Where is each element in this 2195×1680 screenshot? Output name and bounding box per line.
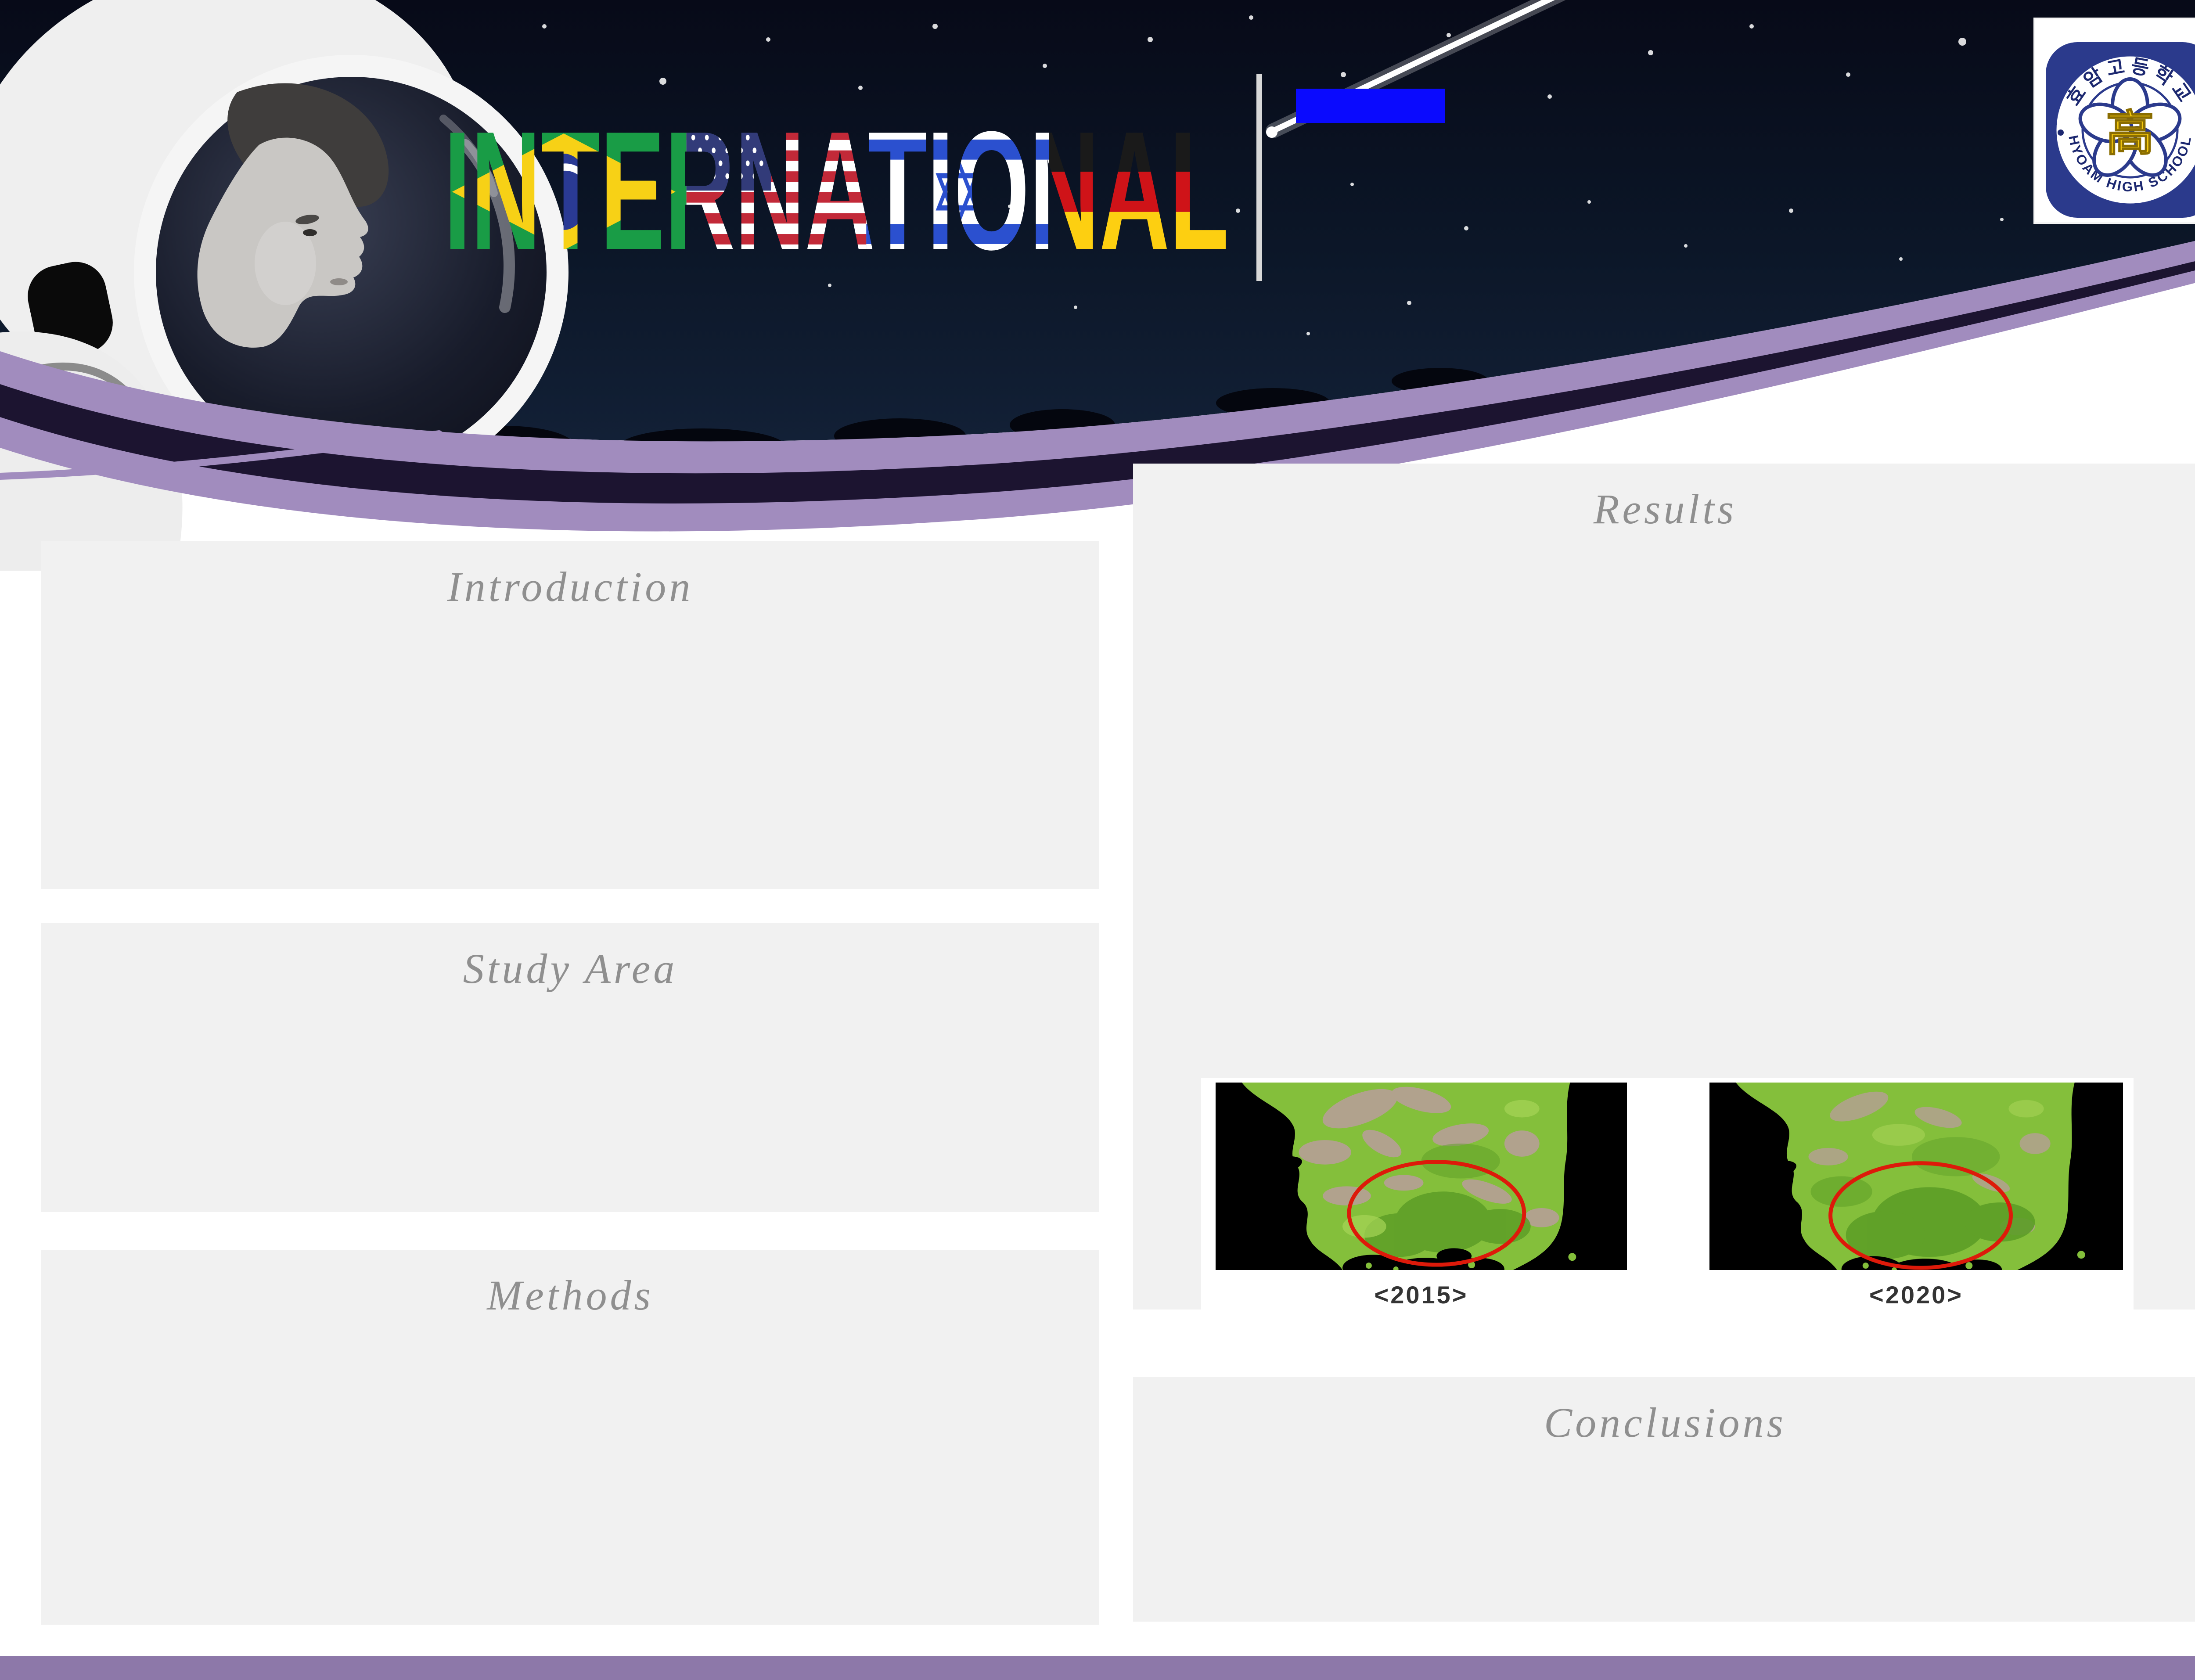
study-area-title: Study Area xyxy=(41,923,1099,993)
satellite-map-2015 xyxy=(1216,1083,1627,1270)
footer-bar xyxy=(0,1656,2195,1680)
blue-highlight-bar xyxy=(1296,89,1445,123)
methods-title: Methods xyxy=(41,1250,1099,1320)
header-divider-line xyxy=(1256,74,1262,281)
satellite-map-figure-2015: <2015> xyxy=(1216,1083,1627,1309)
international-wordmark: INTERNATIONAL xyxy=(441,130,1231,253)
study-area-panel: Study Area xyxy=(41,923,1099,1212)
methods-panel: Methods xyxy=(41,1250,1099,1625)
conclusions-panel: Conclusions xyxy=(1133,1377,2195,1622)
results-title: Results xyxy=(1133,464,2195,533)
poster-page: INTERNATIONAL 효암고등학교 HYOAM HIGH SCHOOL xyxy=(0,0,2195,1680)
introduction-title: Introduction xyxy=(41,541,1099,611)
results-figure-band: <2015> xyxy=(1201,1078,2134,1326)
figure-caption-2015: <2015> xyxy=(1216,1281,1627,1309)
conclusions-title: Conclusions xyxy=(1133,1377,2195,1447)
introduction-panel: Introduction xyxy=(41,541,1099,889)
school-logo: 효암고등학교 HYOAM HIGH SCHOOL 高 xyxy=(2035,19,2195,222)
logo-center-character: 高 xyxy=(2106,107,2154,161)
international-title: INTERNATIONAL xyxy=(444,130,1229,253)
satellite-map-2020 xyxy=(1709,1083,2123,1270)
figure-caption-2020: <2020> xyxy=(1709,1281,2123,1309)
satellite-map-figure-2020: <2020> xyxy=(1709,1083,2123,1309)
